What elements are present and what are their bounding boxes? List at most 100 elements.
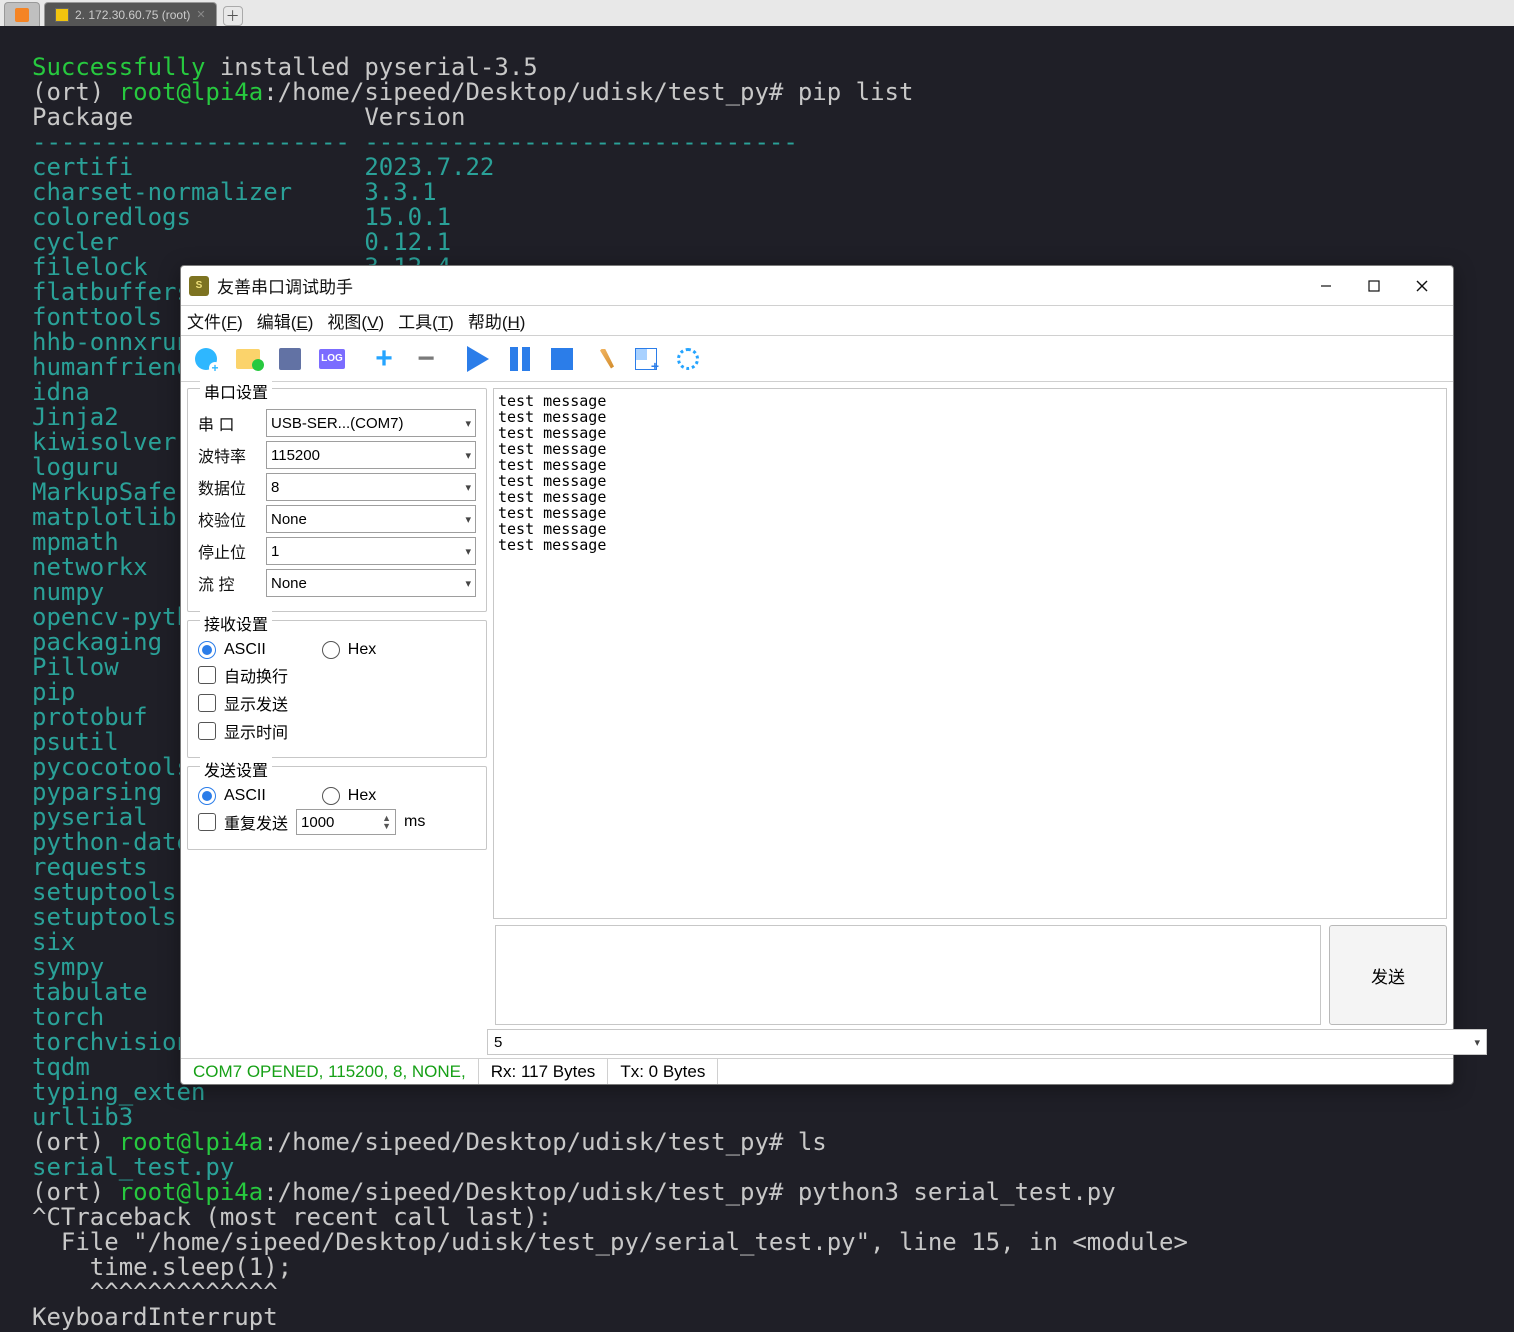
text: six [32, 928, 75, 956]
text: charset-normalizer 3.3.1 [32, 178, 437, 206]
window-title: 友善串口调试助手 [217, 273, 353, 298]
grid-plus-icon [635, 348, 657, 370]
label: 重复发送 [224, 810, 288, 834]
interval-input[interactable]: 1000 ▲▼ [296, 809, 396, 835]
history-select[interactable]: 5 [487, 1029, 1487, 1055]
baud-select[interactable]: 115200 [266, 441, 476, 469]
flow-select[interactable]: None [266, 569, 476, 597]
parity-select[interactable]: None [266, 505, 476, 533]
label: Hex [348, 787, 376, 805]
text: certifi 2023.7.22 [32, 153, 494, 181]
pause-button[interactable] [501, 340, 539, 378]
menu-help[interactable]: 帮助(H) [468, 308, 526, 333]
add-tab-button[interactable]: ＋ [223, 6, 243, 26]
titlebar[interactable]: S 友善串口调试助手 [181, 266, 1453, 306]
status-tx: Tx: 0 Bytes [608, 1059, 718, 1084]
databits-select[interactable]: 8 [266, 473, 476, 501]
show-send-checkbox[interactable] [198, 694, 216, 712]
recv-ascii-radio[interactable] [198, 641, 216, 659]
plus-icon: + [375, 342, 393, 376]
port-select[interactable]: USB-SER...(COM7) [266, 409, 476, 437]
grid-button[interactable] [627, 340, 665, 378]
send-ascii-radio[interactable] [198, 787, 216, 805]
repeat-checkbox[interactable] [198, 813, 216, 831]
menu-file[interactable]: 文件(F) [187, 308, 243, 333]
text: urllib3 [32, 1103, 133, 1131]
play-button[interactable] [459, 340, 497, 378]
recv-settings-group: 接收设置 ASCII Hex 自动换行 显示发送 显示时间 [187, 620, 487, 758]
text: installed pyserial-3.5 [205, 53, 537, 81]
new-button[interactable] [187, 340, 225, 378]
stop-button[interactable] [543, 340, 581, 378]
log-button[interactable]: LOG [313, 340, 351, 378]
text: networkx [32, 553, 148, 581]
text: mpmath [32, 528, 119, 556]
maximize-button[interactable] [1351, 271, 1397, 301]
text: packaging [32, 628, 162, 656]
close-button[interactable] [1399, 271, 1445, 301]
wand-icon [594, 349, 614, 369]
tab-active[interactable]: 2. 172.30.60.75 (root) ✕ [44, 2, 217, 26]
text: MarkupSafe [32, 478, 177, 506]
text: :/home/sipeed/Desktop/udisk/test_py# pip… [263, 78, 913, 106]
label: 自动换行 [224, 663, 288, 687]
close-icon[interactable]: ✕ [196, 8, 205, 21]
text: root@lpi4a [119, 1128, 264, 1156]
settings-button[interactable] [669, 340, 707, 378]
label: Hex [348, 641, 376, 659]
text: Pillow [32, 653, 119, 681]
text: tqdm [32, 1053, 90, 1081]
stopbits-select[interactable]: 1 [266, 537, 476, 565]
receive-textarea[interactable]: test message test message test message t… [493, 388, 1447, 919]
text: setuptools [32, 878, 177, 906]
toolbar: LOG + − [181, 336, 1453, 382]
text: root@lpi4a [119, 78, 264, 106]
text: (ort) [32, 1128, 119, 1156]
baud-label: 波特率 [198, 443, 260, 467]
play-icon [467, 346, 489, 372]
pause-icon [510, 347, 530, 371]
save-button[interactable] [271, 340, 309, 378]
parity-label: 校验位 [198, 507, 260, 531]
status-connection: COM7 OPENED, 115200, 8, NONE, [181, 1059, 479, 1084]
send-settings-group: 发送设置 ASCII Hex 重复发送 1000 ▲▼ ms [187, 766, 487, 850]
text: sympy [32, 953, 104, 981]
window-tab-bar: 2. 172.30.60.75 (root) ✕ ＋ [0, 0, 1514, 26]
add-button[interactable]: + [365, 340, 403, 378]
text: cycler 0.12.1 [32, 228, 451, 256]
text: coloredlogs 15.0.1 [32, 203, 451, 231]
tab-label: 2. 172.30.60.75 (root) [75, 8, 190, 22]
menu-view[interactable]: 视图(V) [327, 308, 384, 333]
wrap-checkbox[interactable] [198, 666, 216, 684]
menu-tools[interactable]: 工具(T) [398, 308, 454, 333]
serial-helper-window: S 友善串口调试助手 文件(F) 编辑(E) 视图(V) 工具(T) 帮助(H)… [180, 265, 1454, 1085]
gear-icon [677, 348, 699, 370]
label: 显示发送 [224, 691, 288, 715]
text: :/home/sipeed/Desktop/udisk/test_py# ls [263, 1128, 827, 1156]
text: KeyboardInterrupt [32, 1303, 278, 1331]
text: pyserial [32, 803, 148, 831]
text: (ort) [32, 1178, 119, 1206]
send-textarea[interactable] [495, 925, 1321, 1025]
send-button[interactable]: 发送 [1329, 925, 1447, 1025]
text: torchvision [32, 1028, 191, 1056]
clear-button[interactable] [585, 340, 623, 378]
minimize-button[interactable] [1303, 271, 1349, 301]
text: numpy [32, 578, 104, 606]
remove-button[interactable]: − [407, 340, 445, 378]
recv-hex-radio[interactable] [322, 641, 340, 659]
minus-icon: − [417, 342, 435, 376]
open-button[interactable] [229, 340, 267, 378]
show-time-checkbox[interactable] [198, 722, 216, 740]
spinner-icon[interactable]: ▲▼ [382, 814, 391, 830]
text: (ort) [32, 78, 119, 106]
lightning-icon [55, 8, 69, 22]
send-hex-radio[interactable] [322, 787, 340, 805]
tab-inactive[interactable] [4, 2, 40, 26]
label: ms [404, 813, 425, 831]
text: pycocotools [32, 753, 191, 781]
statusbar: COM7 OPENED, 115200, 8, NONE, Rx: 117 By… [181, 1058, 1453, 1084]
flow-label: 流 控 [198, 571, 260, 595]
menu-edit[interactable]: 编辑(E) [257, 308, 314, 333]
text: fonttools [32, 303, 162, 331]
